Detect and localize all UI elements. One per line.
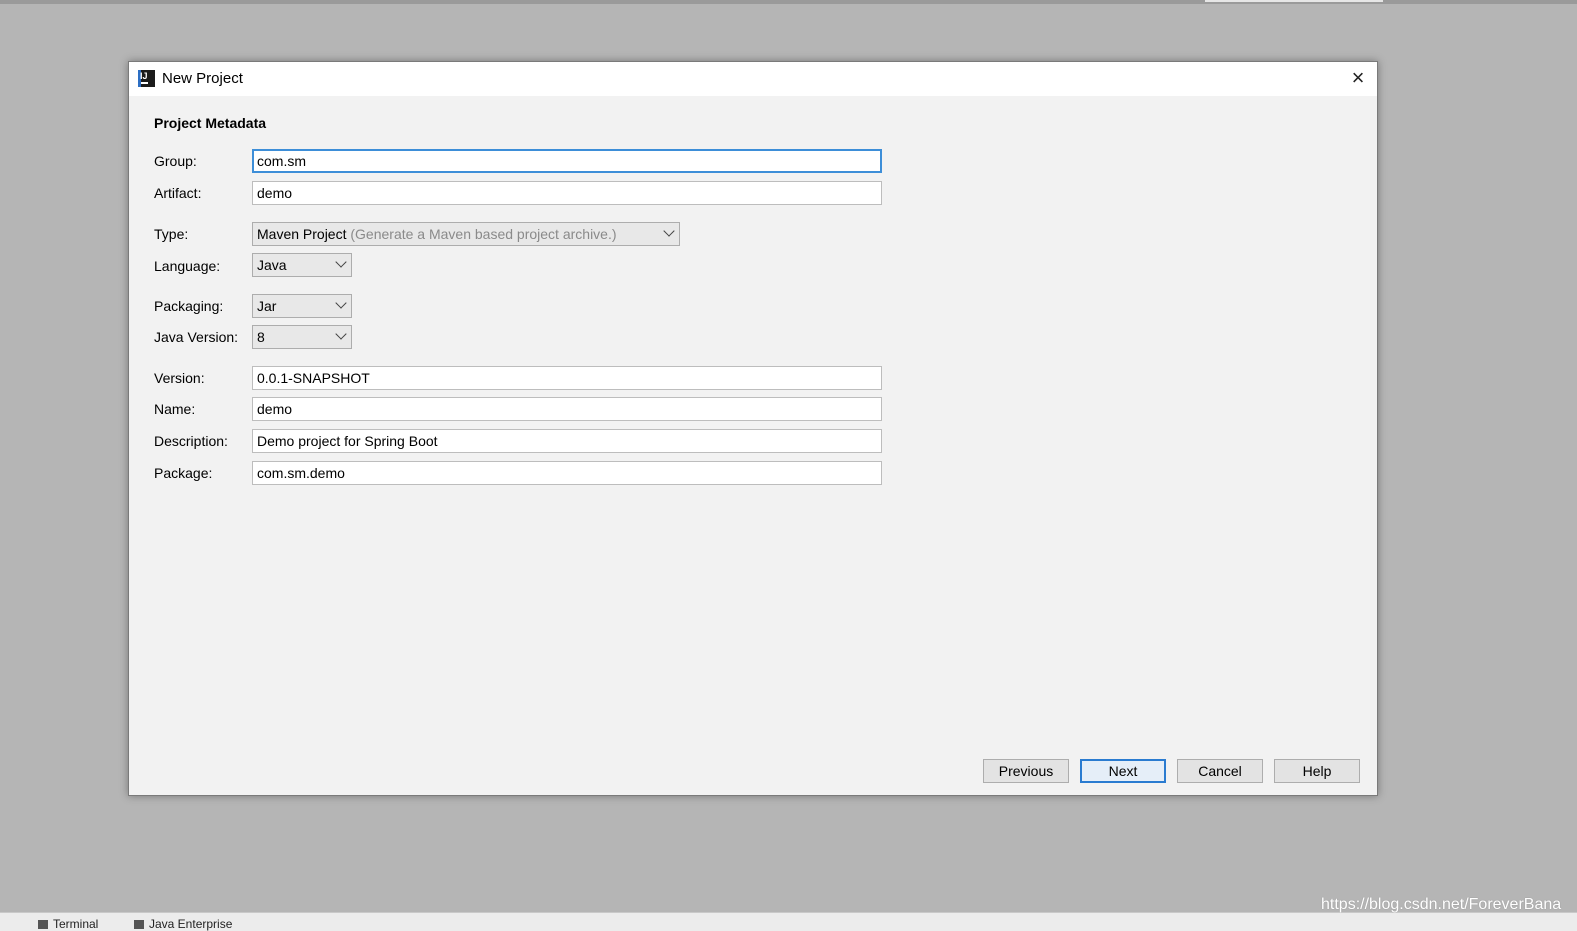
chevron-down-icon [663,225,675,237]
terminal-tool-button[interactable]: Terminal [38,917,98,931]
packaging-select[interactable]: Jar [252,294,352,318]
intellij-idea-icon: IJ [138,70,155,87]
language-value: Java [257,257,287,273]
java-enterprise-label: Java Enterprise [149,917,233,931]
artifact-label: Artifact: [154,185,202,201]
chevron-down-icon [335,256,347,268]
java-enterprise-icon [134,920,144,930]
description-label: Description: [154,433,228,449]
packaging-value: Jar [257,298,277,314]
java-version-select[interactable]: 8 [252,325,352,349]
chevron-down-icon [335,328,347,340]
chevron-down-icon [335,297,347,309]
dialog-title: New Project [162,70,243,87]
group-label: Group: [154,153,197,169]
java-enterprise-tool-button[interactable]: Java Enterprise [134,917,232,931]
type-hint: (Generate a Maven based project archive.… [350,226,617,242]
close-icon[interactable]: × [1347,67,1369,90]
ide-tab-strip [1205,0,1383,2]
version-field[interactable]: 0.0.1-SNAPSHOT [252,366,882,390]
next-button[interactable]: Next [1080,759,1166,783]
name-label: Name: [154,401,196,417]
dialog-titlebar: IJ New Project × [129,62,1377,96]
section-title: Project Metadata [154,115,267,131]
type-label: Type: [154,226,189,242]
java-version-value: 8 [257,329,265,345]
language-label: Language: [154,258,221,274]
version-label: Version: [154,370,205,386]
help-button[interactable]: Help [1274,759,1360,783]
package-field[interactable]: com.sm.demo [252,461,882,485]
description-field[interactable]: Demo project for Spring Boot [252,429,882,453]
java-version-label: Java Version: [154,329,239,345]
ide-bottom-toolbar: Terminal Java Enterprise [0,912,1577,931]
watermark: https://blog.csdn.net/ForeverBana [1321,896,1562,913]
cancel-button[interactable]: Cancel [1177,759,1263,783]
package-label: Package: [154,465,213,481]
type-select[interactable]: Maven Project (Generate a Maven based pr… [252,222,680,246]
artifact-field[interactable]: demo [252,181,882,205]
group-field[interactable]: com.sm [252,149,882,173]
terminal-label: Terminal [53,917,99,931]
terminal-icon [38,920,48,930]
previous-button[interactable]: Previous [983,759,1069,783]
language-select[interactable]: Java [252,253,352,277]
name-field[interactable]: demo [252,397,882,421]
packaging-label: Packaging: [154,298,224,314]
type-value: Maven Project [257,226,347,242]
new-project-dialog: IJ New Project × Project Metadata Group:… [128,61,1378,796]
